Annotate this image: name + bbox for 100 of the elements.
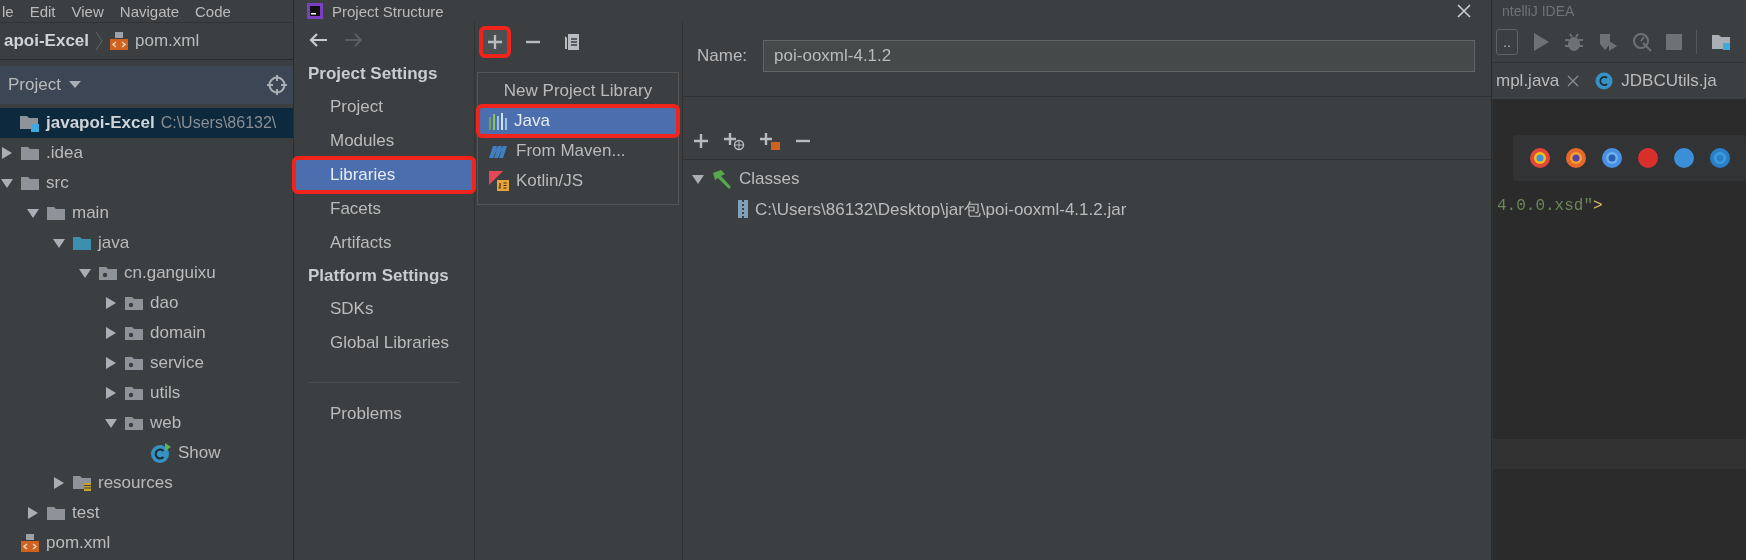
code-line: 4.0.0.xsd"> xyxy=(1496,196,1604,215)
tree-item[interactable]: Show xyxy=(130,438,293,468)
tree-item[interactable]: java xyxy=(52,228,293,258)
tree-item[interactable]: .idea xyxy=(0,138,293,168)
editor-tab[interactable]: JDBCUtils.ja xyxy=(1591,63,1729,99)
menu-item[interactable]: Kotlin/JS xyxy=(478,166,678,196)
package-folder-icon xyxy=(124,295,144,311)
archive-icon xyxy=(737,199,749,219)
name-field[interactable]: poi-ooxml-4.1.2 xyxy=(763,40,1475,72)
xml-file-icon xyxy=(20,533,40,553)
crosshair-icon[interactable] xyxy=(267,75,287,95)
browser-icon[interactable] xyxy=(1565,147,1587,169)
nav-item[interactable]: Global Libraries xyxy=(294,326,474,360)
menu-item[interactable]: Code xyxy=(195,2,231,20)
browser-icon[interactable] xyxy=(1529,147,1551,169)
editor-tab[interactable]: mpl.java xyxy=(1492,63,1592,99)
dialog-title: Project Structure xyxy=(332,2,444,20)
package-folder-icon xyxy=(124,355,144,371)
nav-item[interactable]: Modules xyxy=(294,124,474,158)
tree-item[interactable]: cn.ganguixu xyxy=(78,258,293,288)
nav-item[interactable]: Libraries xyxy=(294,158,474,192)
chevron-icon xyxy=(95,31,104,51)
panel-title[interactable]: Project xyxy=(8,75,61,95)
collapsed-arrow-icon[interactable] xyxy=(105,357,117,369)
menu-item[interactable]: Edit xyxy=(29,2,56,20)
collapsed-arrow-icon[interactable] xyxy=(105,387,117,399)
package-folder-icon xyxy=(98,265,118,281)
folder-icon xyxy=(46,205,66,221)
breadcrumb-item[interactable]: pom.xml xyxy=(135,31,200,51)
menu-item[interactable]: le xyxy=(2,2,14,20)
tree-item[interactable]: Classes xyxy=(691,164,1491,194)
menu-item[interactable]: Navigate xyxy=(119,2,179,20)
menu-item[interactable]: From Maven... xyxy=(478,136,678,166)
tree-item[interactable]: domain xyxy=(104,318,293,348)
section-heading: Platform Settings xyxy=(307,265,450,287)
browser-icon[interactable] xyxy=(1673,147,1695,169)
expanded-arrow-icon[interactable] xyxy=(692,173,704,185)
expanded-arrow-icon[interactable] xyxy=(79,267,91,279)
tree-item[interactable]: test xyxy=(26,498,293,528)
plus-icon[interactable] xyxy=(487,34,503,50)
collapsed-arrow-icon[interactable] xyxy=(105,297,117,309)
tree-item[interactable]: resources xyxy=(52,468,293,498)
app-logo-icon xyxy=(306,2,324,20)
tree-item[interactable]: pom.xml xyxy=(0,528,293,558)
collapsed-arrow-icon[interactable] xyxy=(1,147,13,159)
tree-item[interactable]: utils xyxy=(104,378,293,408)
expanded-arrow-icon[interactable] xyxy=(105,417,117,429)
tree-item[interactable]: dao xyxy=(104,288,293,318)
menu-item[interactable]: Java xyxy=(478,106,678,136)
collapsed-arrow-icon[interactable] xyxy=(53,477,65,489)
class-icon xyxy=(150,442,172,464)
nav-item[interactable]: Artifacts xyxy=(294,226,474,260)
browser-icon[interactable] xyxy=(1601,147,1623,169)
bars-icon xyxy=(488,112,508,130)
menu-header: New Project Library xyxy=(502,80,654,102)
copy-icon[interactable] xyxy=(563,33,581,51)
tree-item[interactable]: service xyxy=(104,348,293,378)
tree-item[interactable]: web xyxy=(104,408,293,438)
package-folder-icon xyxy=(124,325,144,341)
folder-icon xyxy=(20,145,40,161)
kotlin-js-icon xyxy=(488,170,510,192)
breadcrumb-item[interactable]: apoi-Excel xyxy=(4,31,90,51)
expanded-arrow-icon[interactable] xyxy=(53,237,65,249)
folder-icon[interactable] xyxy=(1710,33,1731,51)
nav-item[interactable]: Facets xyxy=(294,192,474,226)
collapsed-arrow-icon[interactable] xyxy=(27,507,39,519)
folder-icon xyxy=(46,505,66,521)
tree-item[interactable]: main xyxy=(26,198,293,228)
collapsed-arrow-icon[interactable] xyxy=(105,327,117,339)
dropdown-caret-icon[interactable] xyxy=(68,81,81,89)
tree-item[interactable]: C:\Users\86132\Desktop\jar包\poi-ooxml-4.1.2.jar xyxy=(717,194,1491,224)
expanded-arrow-icon[interactable] xyxy=(27,207,39,219)
back-arrow-icon[interactable] xyxy=(308,32,328,48)
nav-item[interactable]: Problems xyxy=(294,397,474,431)
browser-icon[interactable] xyxy=(1709,147,1731,169)
close-icon[interactable] xyxy=(1567,75,1580,87)
nav-item[interactable]: SDKs xyxy=(294,292,474,326)
section-heading: Project Settings xyxy=(307,63,439,85)
tree-item[interactable]: javapoi-Excel C:\Users\86132\ xyxy=(0,108,293,138)
plus-icon[interactable] xyxy=(693,133,709,149)
package-folder-icon xyxy=(124,385,144,401)
maven-m-icon xyxy=(488,143,510,159)
run-config-dropdown[interactable]: .. xyxy=(1496,29,1518,55)
expanded-arrow-icon[interactable] xyxy=(1,177,13,189)
plus-folder-icon[interactable] xyxy=(759,131,781,151)
close-icon[interactable] xyxy=(1457,4,1471,18)
package-folder-icon xyxy=(124,415,144,431)
xml-file-icon xyxy=(109,31,130,51)
folder-icon xyxy=(72,235,92,251)
tree-item[interactable]: src xyxy=(0,168,293,198)
menu-item[interactable]: View xyxy=(71,2,104,20)
plus-globe-icon[interactable] xyxy=(723,131,745,151)
hammer-icon xyxy=(711,169,733,189)
folder-icon xyxy=(20,175,40,191)
add-button[interactable] xyxy=(481,28,509,56)
nav-item[interactable]: Project xyxy=(294,90,474,124)
class-icon xyxy=(1595,72,1614,90)
name-label: Name: xyxy=(697,46,748,66)
module-folder-icon xyxy=(20,114,40,132)
resources-folder-icon xyxy=(72,474,92,492)
